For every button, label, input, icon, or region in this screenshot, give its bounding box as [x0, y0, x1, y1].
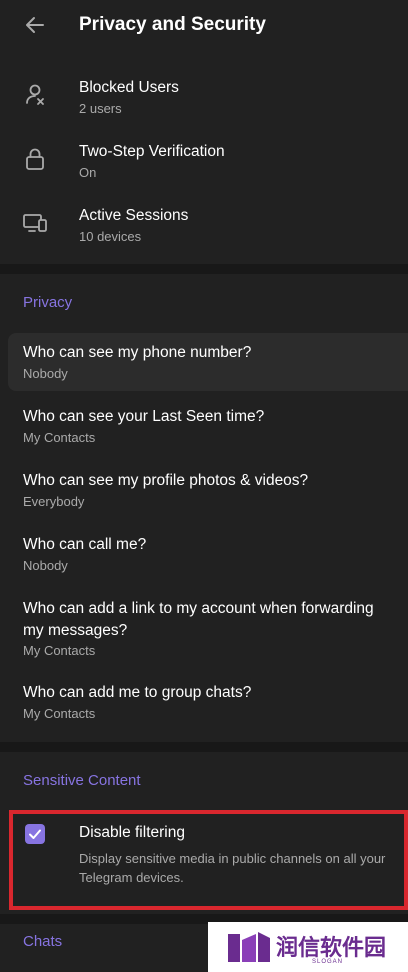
- disable-filtering-description: Display sensitive media in public channe…: [79, 851, 386, 885]
- active-sessions-count: 10 devices: [79, 229, 142, 244]
- arrow-left-icon: [26, 17, 44, 33]
- privacy-item-value: Everybody: [23, 494, 85, 509]
- lock-icon: [22, 146, 48, 172]
- sensitive-content-heading: Sensitive Content: [23, 772, 141, 789]
- privacy-item-last-seen[interactable]: Who can see your Last Seen time? My Cont…: [8, 397, 408, 455]
- watermark-logo-icon: [228, 932, 270, 962]
- blocked-users-title: Blocked Users: [79, 79, 179, 96]
- privacy-item-value: My Contacts: [23, 430, 96, 445]
- back-button[interactable]: [22, 12, 48, 38]
- disable-filtering-item[interactable]: Disable filtering Display sensitive medi…: [0, 822, 408, 892]
- section-divider: [0, 264, 408, 274]
- privacy-item-calls[interactable]: Who can call me? Nobody: [8, 525, 408, 583]
- privacy-item-title: Who can call me?: [23, 536, 147, 553]
- privacy-item-value: Nobody: [23, 366, 68, 381]
- privacy-heading: Privacy: [23, 294, 73, 311]
- privacy-item-value: Nobody: [23, 558, 68, 573]
- devices-icon: [22, 210, 48, 236]
- privacy-item-title: Who can add a link to my account when fo…: [23, 600, 374, 639]
- privacy-item-profile-photos[interactable]: Who can see my profile photos & videos? …: [8, 461, 408, 519]
- section-divider: [0, 742, 408, 752]
- privacy-item-title: Who can see your Last Seen time?: [23, 408, 265, 425]
- active-sessions-item[interactable]: Active Sessions 10 devices: [0, 198, 408, 254]
- blocked-users-count: 2 users: [79, 101, 122, 116]
- blocked-users-item[interactable]: Blocked Users 2 users: [0, 70, 408, 126]
- two-step-status: On: [79, 165, 97, 180]
- two-step-verification-item[interactable]: Two-Step Verification On: [0, 134, 408, 190]
- chats-heading: Chats: [23, 933, 63, 950]
- active-sessions-title: Active Sessions: [79, 207, 189, 224]
- privacy-item-forwarding[interactable]: Who can add a link to my account when fo…: [8, 589, 408, 669]
- watermark-sub: SLOGAN: [312, 959, 344, 965]
- privacy-item-value: My Contacts: [23, 706, 96, 721]
- header: Privacy and Security: [0, 0, 408, 54]
- privacy-item-phone-number[interactable]: Who can see my phone number? Nobody: [8, 333, 408, 391]
- privacy-item-title: Who can add me to group chats?: [23, 684, 252, 701]
- disable-filtering-title: Disable filtering: [79, 824, 185, 841]
- privacy-item-value: My Contacts: [23, 643, 96, 658]
- blocked-user-icon: [22, 82, 48, 108]
- privacy-item-title: Who can see my profile photos & videos?: [23, 472, 309, 489]
- privacy-item-title: Who can see my phone number?: [23, 344, 252, 361]
- privacy-item-group-chats[interactable]: Who can add me to group chats? My Contac…: [8, 673, 408, 731]
- watermark-text: 润信软件园: [276, 936, 387, 961]
- watermark: 润信软件园 SLOGAN: [208, 922, 408, 972]
- page-title: Privacy and Security: [79, 14, 266, 35]
- two-step-title: Two-Step Verification: [79, 143, 225, 160]
